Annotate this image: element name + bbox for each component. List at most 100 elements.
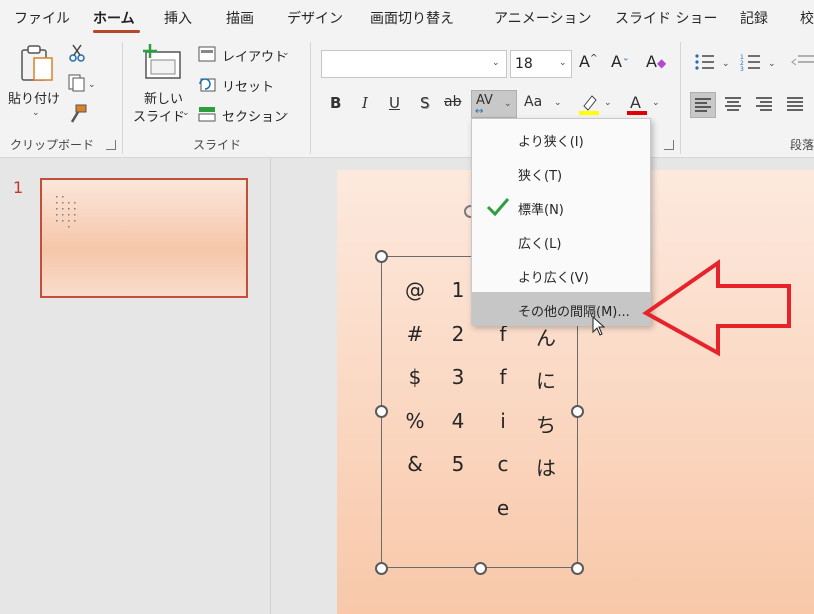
grid-cell: & (407, 452, 423, 476)
resize-handle[interactable] (375, 250, 388, 263)
group-divider (122, 42, 123, 154)
font-name-combobox[interactable]: ⌄ (321, 50, 507, 78)
underline-button[interactable]: U (389, 94, 400, 112)
highlight-dropdown-icon[interactable]: ⌄ (604, 98, 612, 108)
character-spacing-dropdown-icon[interactable]: ⌄ (504, 99, 512, 109)
menu-item-very-tight[interactable]: より狭く(I) (472, 122, 650, 156)
section-icon[interactable] (198, 106, 216, 126)
section-dropdown-icon[interactable]: ⌄ (282, 108, 290, 118)
spacing-arrows-icon: ↔ (475, 106, 484, 117)
new-slide-label-line1[interactable]: 新しい (144, 88, 183, 107)
align-left-button[interactable] (690, 92, 716, 118)
bullets-icon[interactable]: ⌄ (694, 52, 734, 76)
tab-review[interactable]: 校 (800, 8, 814, 28)
grid-cell: に (536, 369, 556, 393)
italic-button[interactable]: I (362, 94, 368, 112)
font-launcher-icon[interactable] (664, 140, 674, 150)
active-tab-indicator (93, 30, 140, 33)
menu-item-tight[interactable]: 狭く(T) (472, 156, 650, 190)
cut-icon[interactable] (68, 44, 86, 66)
new-slide-dropdown-icon[interactable]: ⌄ (182, 108, 190, 118)
new-slide-label-line2[interactable]: スライド (133, 106, 185, 125)
svg-text:⌄: ⌄ (722, 59, 730, 69)
numbering-icon[interactable]: 1 2 3 ⌄ (740, 52, 780, 76)
menu-item-normal[interactable]: 標準(N) (472, 190, 650, 224)
svg-text:⌄: ⌄ (768, 59, 776, 69)
tab-transitions[interactable]: 画面切り替え (370, 8, 454, 28)
resize-handle[interactable] (571, 562, 584, 575)
strikethrough-button[interactable]: ab (444, 94, 461, 110)
align-right-button[interactable] (752, 92, 778, 118)
grid-cell: 4 (451, 409, 465, 433)
decrease-font-size-icon[interactable]: A⌄ (611, 52, 630, 71)
tab-file[interactable]: ファイル (14, 8, 70, 28)
menu-item-more-spacing[interactable]: その他の間隔(M)... (472, 292, 650, 326)
paste-label[interactable]: 貼り付け (8, 88, 60, 107)
decrease-indent-icon[interactable] (790, 52, 814, 76)
reset-icon[interactable] (198, 76, 216, 96)
grid-cell: ん (536, 326, 556, 350)
copy-icon[interactable]: ⌄ (68, 74, 98, 96)
format-painter-icon[interactable] (68, 104, 88, 128)
layout-dropdown-icon[interactable]: ⌄ (282, 48, 290, 58)
menu-item-loose[interactable]: 広く(L) (472, 224, 650, 258)
grid-cell: 5 (451, 452, 465, 476)
font-name-dropdown-icon[interactable]: ⌄ (492, 58, 500, 68)
ribbon: 貼り付け ⌄ ⌄ クリップボード 新しい スライド ⌄ レイアウト ⌄ リセット… (0, 36, 814, 158)
clear-formatting-icon[interactable]: A◆ (646, 52, 666, 71)
grid-cell: c (497, 452, 509, 476)
highlight-color-icon[interactable] (578, 92, 602, 120)
tab-animations[interactable]: アニメーション (494, 8, 591, 28)
resize-handle[interactable] (474, 562, 487, 575)
align-center-button[interactable] (721, 92, 747, 118)
paste-dropdown-icon[interactable]: ⌄ (32, 108, 40, 118)
svg-text:A: A (630, 93, 641, 112)
grid-cell: f (499, 365, 507, 389)
font-size-dropdown-icon[interactable]: ⌄ (559, 58, 567, 68)
menu-item-label: その他の間隔(M)... (518, 305, 630, 320)
text-shadow-button[interactable]: S (420, 94, 430, 112)
paste-icon[interactable] (20, 44, 56, 88)
bold-button[interactable]: B (330, 94, 341, 112)
change-case-dropdown-icon[interactable]: ⌄ (554, 98, 562, 108)
menu-item-label: 標準(N) (518, 203, 564, 218)
slides-group-label: スライド (193, 138, 242, 152)
resize-handle[interactable] (571, 405, 584, 418)
menu-item-label: 狭く(T) (518, 169, 563, 184)
tab-insert[interactable]: 挿入 (164, 8, 192, 28)
clipboard-launcher-icon[interactable] (106, 140, 116, 150)
ribbon-tab-bar: ファイル ホーム 挿入 描画 デザイン 画面切り替え アニメーション スライド … (0, 0, 814, 36)
increase-font-size-icon[interactable]: A^ (579, 52, 598, 71)
character-spacing-menu: より狭く(I) 狭く(T) 標準(N) 広く(L) より広く(V) その他の間隔… (471, 118, 651, 326)
reset-label[interactable]: リセット (222, 76, 274, 95)
justify-button[interactable] (783, 92, 809, 118)
svg-text:⌄: ⌄ (88, 80, 96, 90)
character-spacing-button[interactable]: AV ↔ ⌄ (471, 90, 517, 118)
grid-cell: は (536, 456, 556, 480)
resize-handle[interactable] (375, 562, 388, 575)
grid-cell: 3 (451, 365, 465, 389)
grid-cell: i (500, 409, 506, 433)
tab-slideshow[interactable]: スライド ショー (615, 8, 717, 28)
thumbnail-preview-icon (56, 196, 76, 228)
menu-item-label: より狭く(I) (518, 135, 584, 150)
font-size-value: 18 (515, 56, 533, 72)
section-label[interactable]: セクション (222, 106, 287, 125)
tab-draw[interactable]: 描画 (226, 8, 254, 28)
tab-home[interactable]: ホーム (93, 8, 135, 28)
layout-icon[interactable] (198, 46, 216, 66)
font-size-combobox[interactable]: 18 ⌄ (510, 50, 572, 78)
tab-design[interactable]: デザイン (287, 8, 343, 28)
clipboard-group-label: クリップボード (10, 138, 95, 152)
resize-handle[interactable] (375, 405, 388, 418)
callout-arrow-icon (642, 259, 791, 357)
font-color-dropdown-icon[interactable]: ⌄ (652, 98, 660, 108)
new-slide-icon[interactable] (142, 42, 184, 86)
change-case-button[interactable]: Aa (524, 94, 542, 110)
menu-item-label: 広く(L) (518, 237, 562, 252)
slide-thumbnail[interactable] (40, 178, 248, 298)
tab-record[interactable]: 記録 (740, 8, 768, 28)
layout-label[interactable]: レイアウト (222, 46, 287, 65)
menu-item-very-loose[interactable]: より広く(V) (472, 258, 650, 292)
font-color-icon[interactable]: A (626, 92, 648, 120)
